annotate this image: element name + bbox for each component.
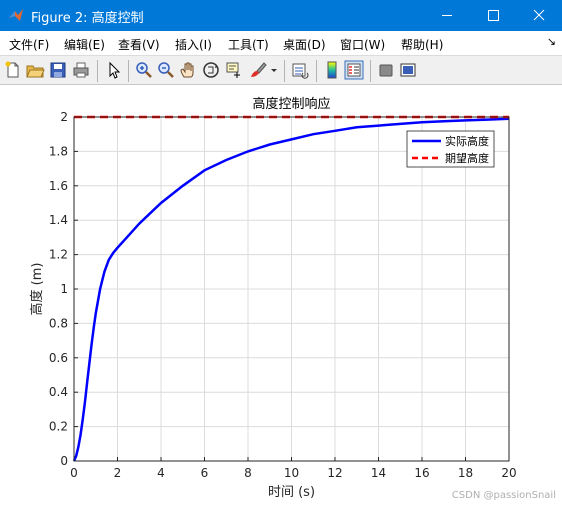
close-button[interactable] (516, 0, 562, 31)
toolbar-separator (128, 60, 129, 82)
x-axis-label: 时间 (s) (268, 485, 315, 500)
menu-bar: 文件(F) 编辑(E) 查看(V) 插入(I) 工具(T) 桌面(D) 窗口(W… (0, 31, 562, 55)
y-tick-label: 0.2 (49, 420, 68, 434)
menu-desktop[interactable]: 桌面(D) (283, 36, 326, 53)
menu-edit[interactable]: 编辑(E) (64, 36, 105, 53)
x-tick-label: 16 (414, 466, 429, 480)
menu-help[interactable]: 帮助(H) (401, 36, 443, 53)
y-tick-label: 1.8 (49, 144, 68, 158)
title-bar: Figure 2: 高度控制 (0, 0, 562, 31)
data-cursor-icon[interactable] (224, 60, 244, 80)
x-tick-label: 6 (201, 466, 209, 480)
window-title: Figure 2: 高度控制 (31, 11, 144, 26)
legend-label-actual: 实际高度 (445, 134, 489, 148)
pointer-icon[interactable] (104, 60, 124, 80)
close-icon (533, 9, 545, 21)
chevron-down-icon[interactable] (268, 60, 280, 80)
legend-label-desired: 期望高度 (445, 151, 489, 165)
minimize-button[interactable] (424, 0, 470, 31)
x-tick-label: 10 (284, 466, 299, 480)
toolbar-separator (316, 60, 317, 82)
menu-view[interactable]: 查看(V) (118, 36, 160, 53)
x-tick-label: 18 (458, 466, 473, 480)
toolbar-separator (370, 60, 371, 82)
zoom-out-icon[interactable] (156, 60, 176, 80)
y-tick-label: 2 (60, 110, 68, 124)
y-tick-label: 0.6 (49, 351, 68, 365)
x-tick-label: 8 (244, 466, 252, 480)
maximize-icon (488, 10, 499, 21)
zoom-in-icon[interactable] (134, 60, 154, 80)
grid-lines (73, 116, 510, 462)
figure-canvas: 0 2 4 6 8 10 12 14 16 18 20 0 0.2 0.4 0.6 0.8 1 1.2 1.4 1.6… (0, 85, 562, 507)
link-plot-icon[interactable] (290, 60, 310, 80)
open-folder-icon[interactable] (25, 60, 45, 80)
y-tick-label: 0 (60, 454, 68, 468)
hide-plot-tools-icon[interactable] (376, 60, 396, 80)
save-icon[interactable] (48, 60, 68, 80)
y-tick-label: 1.4 (49, 213, 68, 227)
show-plot-tools-icon[interactable] (398, 60, 418, 80)
chart-title: 高度控制响应 (252, 96, 330, 112)
x-tick-label: 2 (114, 466, 122, 480)
x-tick-label: 0 (70, 466, 78, 480)
pan-hand-icon[interactable] (178, 60, 198, 80)
minimize-icon (442, 15, 452, 16)
y-tick-label: 1.2 (49, 248, 68, 262)
colorbar-icon[interactable] (322, 60, 342, 80)
menu-overflow-icon[interactable]: ↘ (547, 35, 556, 48)
legend[interactable]: 实际高度 期望高度 (406, 130, 495, 168)
line-chart: 0 2 4 6 8 10 12 14 16 18 20 0 0.2 0.4 0.6 0.8 1 1.2 1.4 1.6… (29, 96, 517, 500)
menu-file[interactable]: 文件(F) (9, 36, 49, 53)
x-tick-label: 4 (157, 466, 165, 480)
new-figure-icon[interactable] (3, 60, 23, 80)
rotate-3d-icon[interactable] (201, 60, 221, 80)
menu-window[interactable]: 窗口(W) (340, 36, 385, 53)
x-tick-label: 14 (371, 466, 386, 480)
legend-icon[interactable] (344, 60, 364, 80)
menu-tools[interactable]: 工具(T) (228, 36, 269, 53)
toolbar (0, 55, 562, 85)
x-tick-label: 12 (327, 466, 342, 480)
y-axis-label: 高度 (m) (29, 263, 45, 316)
y-tick-label: 0.4 (49, 385, 68, 399)
y-tick-label: 0.8 (49, 316, 68, 330)
brush-icon[interactable] (248, 60, 268, 80)
matlab-logo-icon (9, 9, 23, 21)
toolbar-separator (284, 60, 285, 82)
menu-insert[interactable]: 插入(I) (175, 36, 212, 53)
y-tick-label: 1.6 (49, 179, 68, 193)
x-tick-label: 20 (501, 466, 516, 480)
y-tick-label: 1 (60, 282, 68, 296)
watermark-text: CSDN @passionSnail (451, 490, 556, 501)
maximize-button[interactable] (470, 0, 516, 31)
print-icon[interactable] (71, 60, 91, 80)
toolbar-separator (97, 60, 98, 82)
